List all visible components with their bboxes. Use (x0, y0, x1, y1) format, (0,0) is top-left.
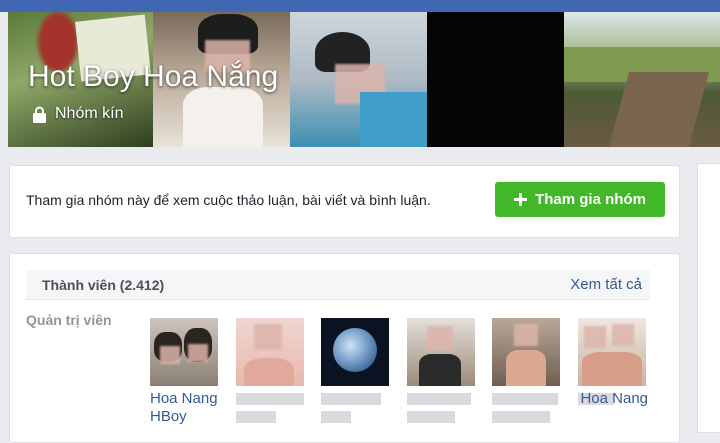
join-button-label: Tham gia nhóm (535, 191, 646, 208)
admin-item[interactable] (407, 318, 477, 426)
admin-item[interactable] (492, 318, 562, 426)
admin-name[interactable]: Hoa Nang HBoy (150, 390, 220, 426)
admin-name-text[interactable]: Hoa Nang (578, 390, 648, 408)
avatar[interactable] (236, 318, 304, 386)
admin-name[interactable] (407, 390, 477, 426)
join-prompt: Tham gia nhóm này để xem cuộc thảo luận,… (26, 192, 431, 208)
admin-name[interactable] (321, 390, 391, 426)
admin-name[interactable] (492, 390, 562, 426)
avatar[interactable] (321, 318, 389, 386)
privacy-label: Nhóm kín (55, 105, 124, 122)
cover-photo-segment (564, 12, 720, 147)
group-name: Hot Boy Hoa Nắng (28, 60, 279, 93)
cover-photo-segment (427, 12, 564, 147)
admin-item[interactable] (236, 318, 306, 426)
right-sidebar-card (697, 163, 720, 433)
admin-item[interactable]: Hoa Nang HBoy (150, 318, 220, 426)
avatar[interactable] (407, 318, 475, 386)
group-privacy: Nhóm kín (32, 105, 123, 123)
admin-name[interactable] (236, 390, 306, 426)
avatar[interactable] (578, 318, 646, 386)
admins-label: Quản trị viên (26, 312, 112, 328)
top-navigation-bar (0, 0, 720, 12)
see-all-link[interactable]: Xem tất cả (570, 276, 642, 293)
join-group-card: Tham gia nhóm này để xem cuộc thảo luận,… (9, 165, 680, 238)
lock-icon (33, 106, 46, 123)
join-group-button[interactable]: Tham gia nhóm (495, 182, 665, 217)
avatar[interactable] (492, 318, 560, 386)
members-header: Thành viên (2.412) Xem tất cả (26, 270, 650, 300)
cover-photo-segment (290, 12, 430, 147)
admin-name[interactable]: Hoa Nang (578, 390, 648, 426)
admin-item[interactable]: Hoa Nang (578, 318, 648, 426)
cover-photo[interactable]: Hot Boy Hoa Nắng Nhóm kín (8, 12, 720, 147)
avatar[interactable] (150, 318, 218, 386)
admin-item[interactable] (321, 318, 391, 426)
plus-icon (514, 193, 528, 206)
members-card: Thành viên (2.412) Xem tất cả Quản trị v… (9, 253, 680, 443)
members-title: Thành viên (2.412) (42, 277, 165, 293)
